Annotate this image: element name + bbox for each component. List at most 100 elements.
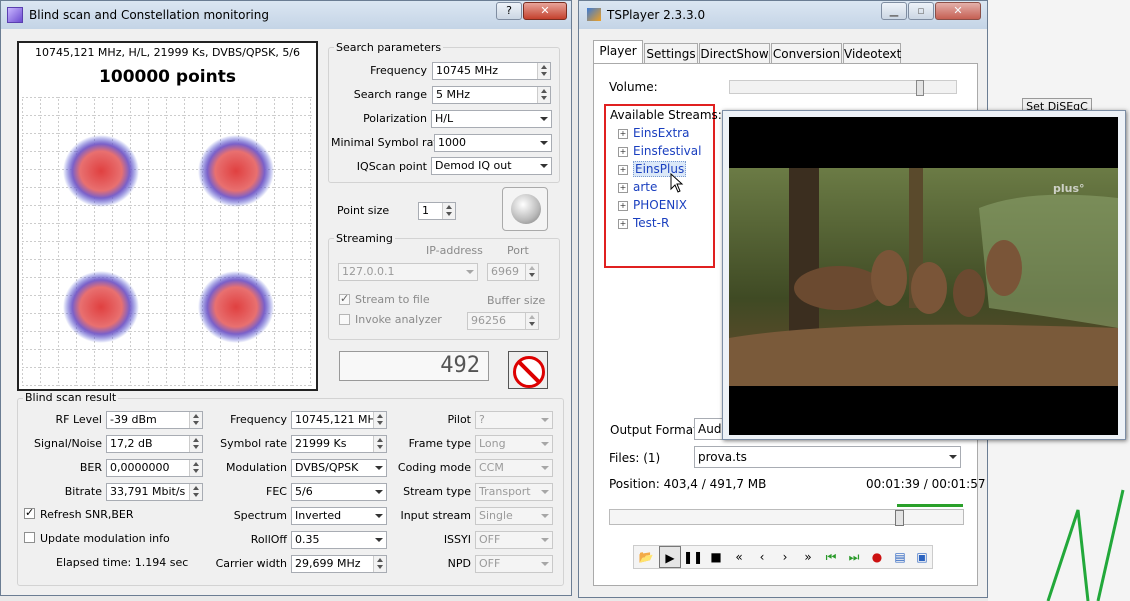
open-folder-icon[interactable]: 📂 xyxy=(635,546,657,568)
frequency-input[interactable]: 10745 MHz xyxy=(432,62,551,80)
fast-forward-button[interactable]: » xyxy=(797,546,819,568)
input-stream-select[interactable]: Single xyxy=(475,507,553,525)
video-frame[interactable]: plus° xyxy=(729,117,1118,435)
stop-playback-button[interactable]: ■ xyxy=(705,546,727,568)
symbol-rate-field: 21999 Ks xyxy=(291,435,387,453)
stop-button[interactable] xyxy=(508,351,548,389)
signal-info-line: 10745,121 MHz, H/L, 21999 Ks, DVBS/QPSK,… xyxy=(34,46,301,59)
point-size-spinner[interactable] xyxy=(442,203,455,219)
buffer-indicator xyxy=(897,504,963,507)
spectrum-select[interactable]: Inverted xyxy=(291,507,387,525)
rf-level-field: -39 dBm xyxy=(106,411,203,429)
chevron-down-icon xyxy=(372,508,386,524)
spectrum-label: Spectrum xyxy=(233,509,287,522)
buffer-size-spinner[interactable] xyxy=(525,313,538,329)
search-range-input[interactable]: 5 MHz xyxy=(432,86,551,104)
stream-item[interactable]: + Test-R xyxy=(618,216,669,230)
tab-settings[interactable]: Settings xyxy=(644,43,698,63)
result-frequency-field: 10745,121 MHz xyxy=(291,411,387,429)
ber-field: 0,0000000 xyxy=(106,459,203,477)
constellation-point-4 xyxy=(198,271,274,343)
volume-slider[interactable] xyxy=(729,80,957,96)
modulation-select[interactable]: DVBS/QPSK xyxy=(291,459,387,477)
point-size-input[interactable]: 1 xyxy=(418,202,456,220)
step-back-button[interactable]: ‹ xyxy=(751,546,773,568)
tab-conversion[interactable]: Conversion xyxy=(771,43,842,63)
ip-address-select[interactable]: 127.0.0.1 xyxy=(338,263,478,281)
result-frequency-label: Frequency xyxy=(230,413,287,426)
skip-end-button[interactable]: ⏭ xyxy=(843,546,865,568)
constellation-point-2 xyxy=(198,135,274,207)
maximize-button[interactable]: ▫ xyxy=(908,2,934,20)
carrier-width-label: Carrier width xyxy=(215,557,287,570)
chevron-down-icon xyxy=(372,484,386,500)
chevron-down-icon xyxy=(538,436,552,452)
iqscan-point-select[interactable]: Demod IQ out xyxy=(431,157,552,175)
time-text: 00:01:39 / 00:01:57 xyxy=(866,477,986,491)
issyi-select[interactable]: OFF xyxy=(475,531,553,549)
play-button[interactable]: ▶ xyxy=(659,546,681,568)
record-button[interactable]: ● xyxy=(866,546,888,568)
fec-select[interactable]: 5/6 xyxy=(291,483,387,501)
stream-item[interactable]: + PHOENIX xyxy=(618,198,687,212)
chevron-down-icon xyxy=(372,460,386,476)
stream-to-file-checkbox[interactable] xyxy=(339,292,350,305)
fast-rewind-button[interactable]: « xyxy=(728,546,750,568)
files-label: Files: (1) xyxy=(609,451,661,465)
port-input[interactable]: 6969 xyxy=(487,263,539,281)
update-modulation-checkbox[interactable] xyxy=(24,532,35,543)
rolloff-label: RollOff xyxy=(250,533,287,546)
teletext-icon[interactable]: ▤ xyxy=(889,546,911,568)
rolloff-select[interactable]: 0.35 xyxy=(291,531,387,549)
invoke-analyzer-checkbox[interactable] xyxy=(339,314,350,325)
help-button[interactable]: ? xyxy=(496,2,522,20)
frequency-label: Frequency xyxy=(370,64,427,77)
refresh-snr-ber-checkbox[interactable] xyxy=(24,506,35,519)
port-spinner[interactable] xyxy=(525,264,538,280)
chevron-down-icon xyxy=(537,111,551,127)
frame-type-select[interactable]: Long xyxy=(475,435,553,453)
buffer-size-input[interactable]: 96256 xyxy=(467,312,539,330)
chevron-down-icon xyxy=(537,158,551,174)
invoke-analyzer-label: Invoke analyzer xyxy=(355,313,442,326)
pause-button[interactable]: ❚❚ xyxy=(682,546,704,568)
close-button[interactable]: ✕ xyxy=(523,2,567,20)
npd-select[interactable]: OFF xyxy=(475,555,553,573)
coding-mode-select[interactable]: CCM xyxy=(475,459,553,477)
polarization-select[interactable]: H/L xyxy=(431,110,552,128)
tab-player[interactable]: Player xyxy=(593,40,643,64)
window-title: Blind scan and Constellation monitoring xyxy=(29,8,269,22)
skip-start-button[interactable]: ⏮ xyxy=(820,546,842,568)
video-window: plus° xyxy=(722,110,1126,440)
stream-type-select[interactable]: Transport xyxy=(475,483,553,501)
fec-label: FEC xyxy=(266,485,287,498)
volume-slider-thumb[interactable] xyxy=(916,80,924,96)
seek-slider-thumb[interactable] xyxy=(895,510,904,526)
frequency-spinner[interactable] xyxy=(537,63,550,79)
tsplayer-close-button[interactable]: ✕ xyxy=(935,2,981,20)
stop-icon xyxy=(513,356,545,388)
chevron-down-icon xyxy=(538,532,552,548)
min-symbol-rate-label: Minimal Symbol rate xyxy=(331,136,445,149)
stream-item[interactable]: + arte xyxy=(618,180,657,194)
file-select[interactable]: prova.ts xyxy=(694,446,961,468)
search-range-spinner[interactable] xyxy=(537,87,550,103)
points-count: 100000 points xyxy=(99,67,236,87)
stream-type-label: Stream type xyxy=(403,485,471,498)
globe-scan-button[interactable] xyxy=(502,187,548,231)
bitrate-label: Bitrate xyxy=(64,485,102,498)
screenshot-icon[interactable]: ▣ xyxy=(911,546,933,568)
min-symbol-rate-select[interactable]: 1000 xyxy=(434,134,552,152)
expand-icon: + xyxy=(618,146,628,157)
stream-item[interactable]: + Einsfestival xyxy=(618,144,701,158)
step-forward-button[interactable]: › xyxy=(774,546,796,568)
tab-directshow[interactable]: DirectShow xyxy=(699,43,770,63)
available-streams-label: Available Streams: xyxy=(610,108,722,122)
minimize-button[interactable]: ▁ xyxy=(881,2,907,20)
expand-icon: + xyxy=(618,128,628,139)
counter-display: 492 xyxy=(339,351,489,381)
pilot-select[interactable]: ? xyxy=(475,411,553,429)
tab-videotext[interactable]: Videotext xyxy=(843,43,901,63)
seek-slider[interactable] xyxy=(609,509,964,526)
stream-item[interactable]: + EinsExtra xyxy=(618,126,689,140)
